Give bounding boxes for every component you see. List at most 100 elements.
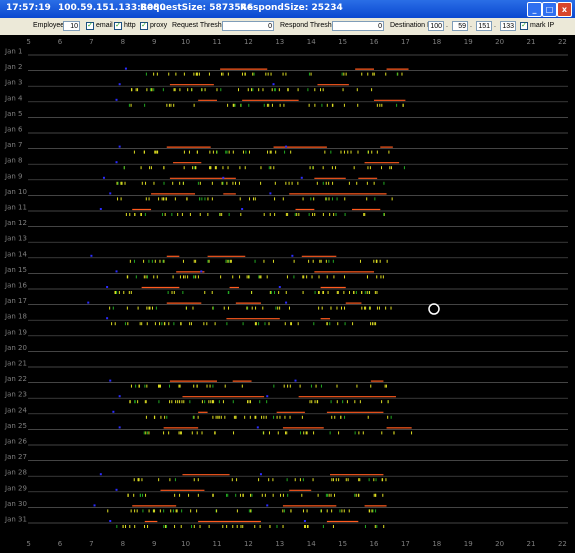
request-tick — [181, 213, 183, 216]
request-tick — [279, 306, 281, 310]
day-row[interactable]: Jan 3 — [4, 79, 568, 92]
request-tick — [226, 150, 228, 154]
day-row[interactable]: Jan 27 — [4, 453, 568, 461]
day-row[interactable]: Jan 26 — [4, 438, 568, 446]
day-row[interactable]: Jan 29 — [4, 484, 568, 497]
day-row[interactable]: Jan 25 — [4, 422, 568, 435]
request-tick — [250, 509, 252, 513]
day-row[interactable]: Jan 5 — [4, 110, 568, 118]
request-tick — [242, 322, 244, 326]
request-tick — [335, 166, 337, 170]
request-tick — [350, 150, 352, 154]
day-row[interactable]: Jan 6 — [4, 126, 568, 134]
day-row[interactable]: Jan 17 — [4, 297, 568, 310]
request-tick — [376, 259, 378, 263]
request-tick — [191, 431, 193, 435]
day-row[interactable]: Jan 8 — [4, 157, 568, 170]
request-tick — [376, 291, 378, 294]
request-tick — [208, 400, 210, 404]
request-tick — [143, 431, 145, 435]
close-button[interactable]: x — [557, 2, 572, 17]
mark-ip-checkbox[interactable]: ✓ — [520, 22, 528, 30]
day-label: Jan 29 — [4, 484, 27, 492]
employee-spinner[interactable]: 10 — [63, 21, 80, 31]
day-row[interactable]: Jan 19 — [4, 328, 568, 336]
maximize-button[interactable]: □ — [542, 2, 557, 17]
minimize-button[interactable]: _ — [527, 2, 542, 17]
day-row[interactable]: Jan 16 — [4, 282, 568, 295]
ip-octet-4[interactable]: 133 — [500, 21, 516, 31]
request-tick — [272, 478, 274, 482]
activity-timeline-chart[interactable]: 5 6 7 8 9 10 11 12 13 14 15 16 17 18 19 20 21 22 Jan 1Jan… — [0, 35, 575, 553]
request-tick — [342, 400, 344, 404]
request-tick — [222, 181, 224, 185]
request-tick — [228, 291, 230, 294]
ip-octet-1[interactable]: 100 — [428, 21, 444, 31]
request-tick — [271, 103, 273, 107]
email-event-dot — [115, 98, 118, 101]
request-tick — [374, 525, 376, 528]
day-row[interactable]: Jan 31 — [4, 516, 568, 529]
email-checkbox[interactable]: ✓ — [86, 22, 94, 30]
ip-octet-3[interactable]: 151 — [476, 21, 492, 31]
day-label: Jan 4 — [4, 94, 23, 102]
request-tick — [244, 415, 246, 419]
request-tick — [382, 493, 384, 497]
request-tick — [199, 197, 201, 201]
day-row[interactable]: Jan 14 — [4, 250, 568, 263]
request-threshold-input[interactable]: 0 — [222, 21, 274, 31]
request-tick — [320, 259, 322, 263]
request-tick — [382, 478, 384, 482]
day-row[interactable]: Jan 9 — [4, 172, 568, 185]
clock: 17:57:19 — [6, 3, 51, 13]
day-row[interactable]: Jan 28 — [4, 469, 568, 482]
request-tick — [314, 88, 316, 92]
request-tick — [148, 306, 150, 310]
request-tick — [162, 88, 164, 92]
day-row[interactable]: Jan 15 — [4, 266, 568, 279]
day-label: Jan 19 — [4, 328, 27, 336]
request-tick — [381, 103, 383, 107]
request-tick — [144, 103, 146, 107]
request-tick — [376, 103, 378, 107]
request-tick — [232, 525, 234, 528]
day-row[interactable]: Jan 23 — [4, 391, 568, 404]
day-row[interactable]: Jan 10 — [4, 188, 568, 201]
day-row[interactable]: Jan 13 — [4, 235, 568, 243]
request-tick — [251, 291, 253, 294]
proxy-checkbox[interactable]: ✓ — [140, 22, 148, 30]
respond-threshold-input[interactable]: 0 — [332, 21, 384, 31]
day-row[interactable]: Jan 21 — [4, 360, 568, 368]
request-tick — [248, 103, 250, 107]
request-tick — [296, 213, 298, 216]
request-tick — [143, 259, 145, 263]
day-row[interactable]: Jan 2 — [4, 63, 568, 76]
request-tick — [359, 478, 361, 482]
request-tick — [186, 197, 188, 201]
day-row[interactable]: Jan 18 — [4, 313, 568, 326]
request-tick — [241, 72, 243, 76]
day-row[interactable]: Jan 12 — [4, 219, 568, 227]
title-bar[interactable]: 17:57:19 100.59.151.133:8080 RequestSize… — [0, 0, 575, 18]
day-row[interactable]: Jan 30 — [4, 500, 568, 513]
request-tick — [155, 150, 157, 154]
day-row[interactable]: Jan 4 — [4, 94, 568, 107]
day-row[interactable]: Jan 20 — [4, 344, 568, 352]
day-row[interactable]: Jan 11 — [4, 204, 568, 217]
request-tick — [336, 291, 338, 294]
respond-size: RespondSize: 25234 — [240, 3, 343, 13]
http-checkbox[interactable]: ✓ — [114, 22, 122, 30]
day-row[interactable]: Jan 7 — [4, 141, 568, 154]
request-tick — [390, 306, 392, 310]
day-row[interactable]: Jan 1 — [4, 48, 568, 56]
request-tick — [330, 493, 332, 497]
ip-octet-2[interactable]: 59 — [452, 21, 468, 31]
request-tick — [285, 431, 287, 435]
day-row[interactable]: Jan 24 — [4, 406, 568, 419]
request-tick — [151, 88, 153, 92]
request-tick — [214, 431, 216, 435]
day-row[interactable]: Jan 22 — [4, 375, 568, 388]
request-tick — [146, 275, 148, 279]
request-tick — [260, 166, 262, 170]
request-tick — [306, 275, 308, 279]
